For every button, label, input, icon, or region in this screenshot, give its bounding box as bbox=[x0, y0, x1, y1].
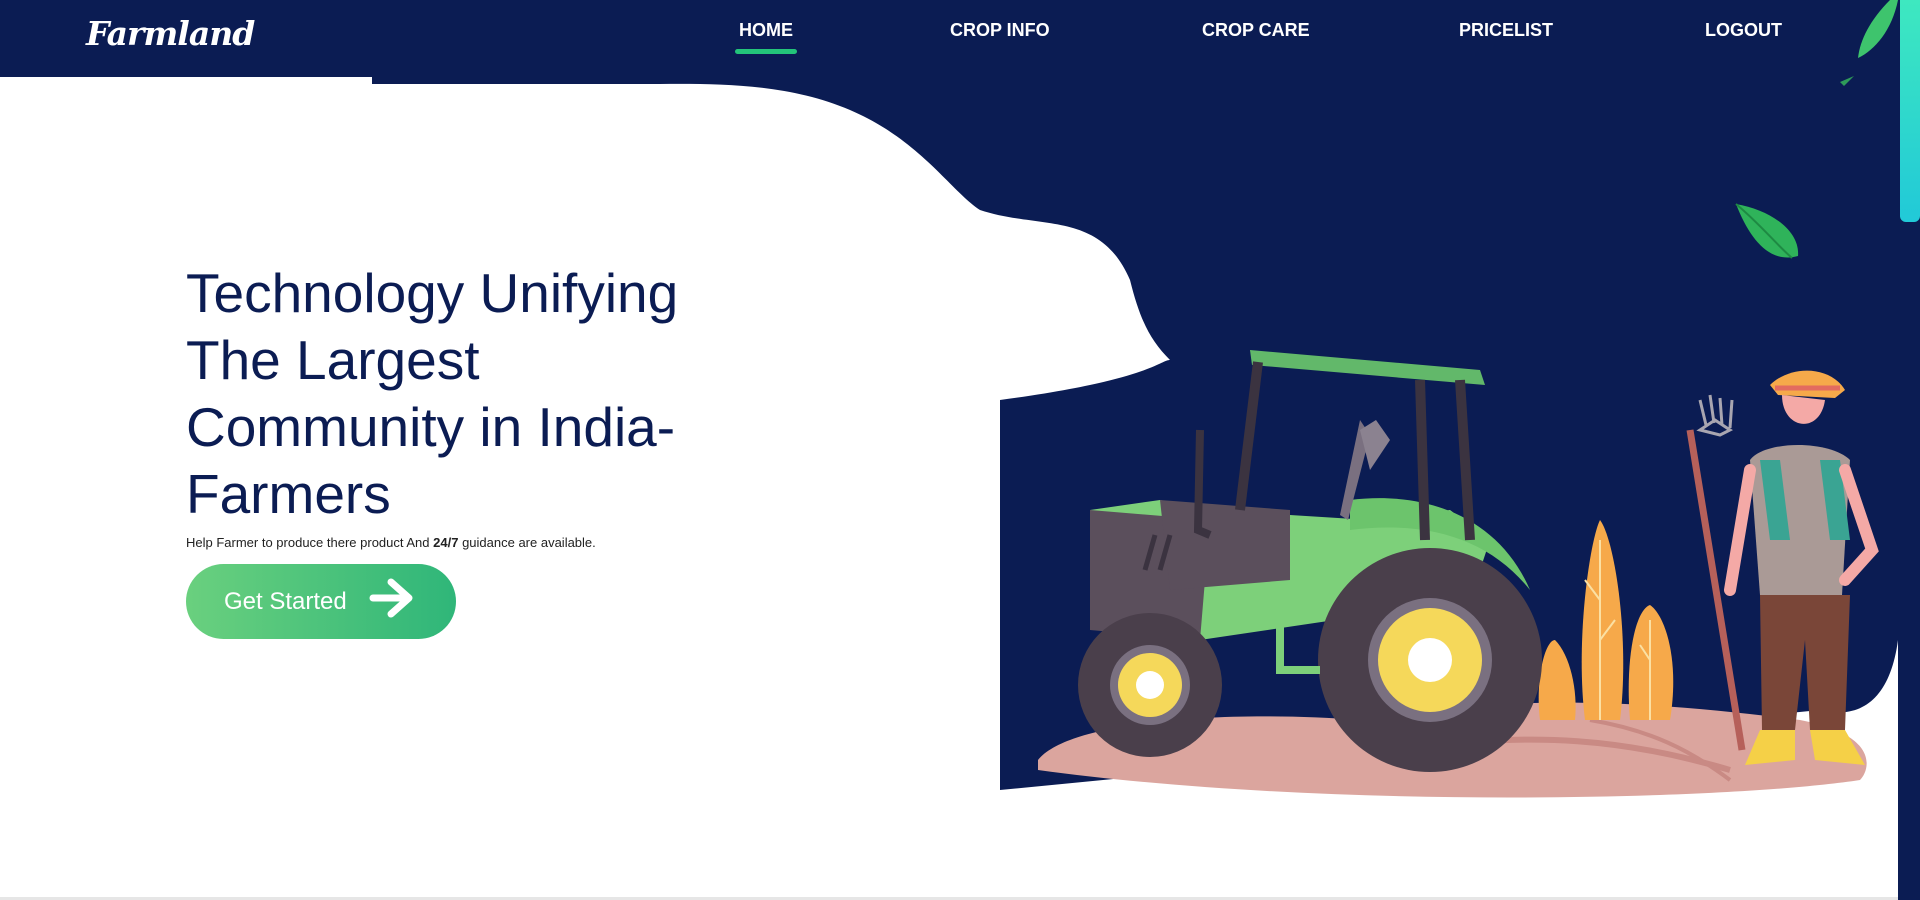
hero-title-line: The Largest bbox=[186, 329, 480, 391]
nav-crop-care[interactable]: CROP CARE bbox=[1202, 20, 1310, 41]
arrow-right-icon bbox=[369, 577, 415, 626]
nav-home[interactable]: HOME bbox=[735, 20, 797, 54]
hero-title-line: Technology Unifying bbox=[186, 262, 679, 324]
leaf-icon bbox=[1840, 0, 1898, 86]
tractor-farmer-illustration bbox=[1038, 350, 1879, 798]
hero-subtitle: Help Farmer to produce there product And… bbox=[186, 535, 596, 550]
nav-logout[interactable]: LOGOUT bbox=[1705, 20, 1782, 41]
hero-title-line: Community in India- bbox=[186, 396, 676, 458]
leaf-icon bbox=[1735, 203, 1799, 259]
hero-subtitle-text-end: guidance are available. bbox=[458, 535, 596, 550]
get-started-button[interactable]: Get Started bbox=[186, 564, 456, 639]
hero-subtitle-text: Help Farmer to produce there product And bbox=[186, 535, 434, 550]
hero-subtitle-bold: 24/7 bbox=[433, 535, 459, 550]
main-nav: HOME CROP INFO CROP CARE PRICELIST LOGOU… bbox=[0, 0, 1898, 77]
top-navbar: Farmland HOME CROP INFO CROP CARE PRICEL… bbox=[0, 0, 1898, 77]
hero-title-line: Farmers bbox=[186, 463, 391, 525]
nav-pricelist[interactable]: PRICELIST bbox=[1459, 20, 1553, 41]
hero-title: Technology Unifying The Largest Communit… bbox=[186, 260, 806, 528]
get-started-label: Get Started bbox=[224, 587, 347, 615]
scrollbar-thumb[interactable] bbox=[1900, 0, 1920, 222]
nav-crop-info[interactable]: CROP INFO bbox=[950, 20, 1050, 41]
